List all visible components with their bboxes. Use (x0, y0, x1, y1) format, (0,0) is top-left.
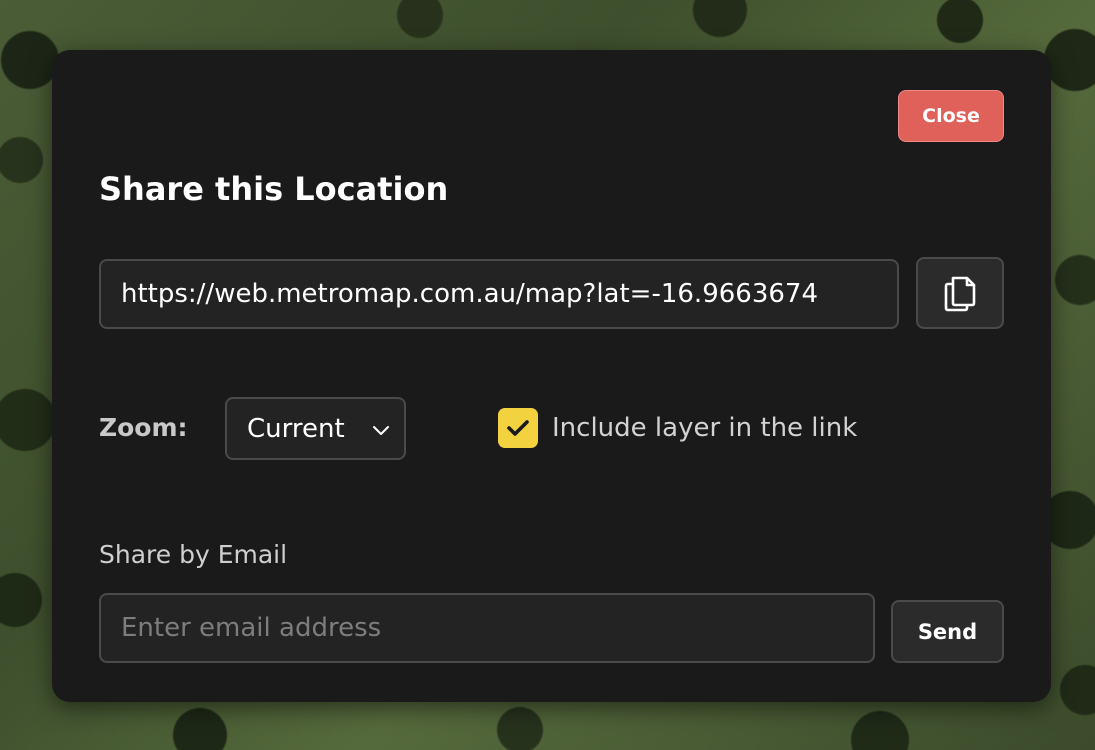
zoom-label: Zoom: (99, 413, 188, 442)
share-by-email-label: Share by Email (99, 540, 288, 569)
chevron-down-icon (373, 426, 389, 435)
close-button[interactable]: Close (898, 90, 1004, 142)
zoom-select-value: Current (247, 413, 345, 444)
send-button[interactable]: Send (891, 600, 1004, 663)
copy-icon (944, 276, 976, 312)
copy-link-button[interactable] (916, 257, 1004, 329)
email-address-input[interactable] (99, 593, 875, 663)
include-layer-label[interactable]: Include layer in the link (552, 409, 857, 447)
include-layer-checkbox[interactable] (498, 408, 538, 448)
dialog-title: Share this Location (99, 170, 449, 208)
zoom-select[interactable]: Current (225, 397, 406, 460)
share-url-field[interactable] (99, 259, 899, 329)
check-icon (507, 420, 529, 436)
share-location-dialog: Close Share this Location Zoom: Current … (52, 50, 1051, 702)
